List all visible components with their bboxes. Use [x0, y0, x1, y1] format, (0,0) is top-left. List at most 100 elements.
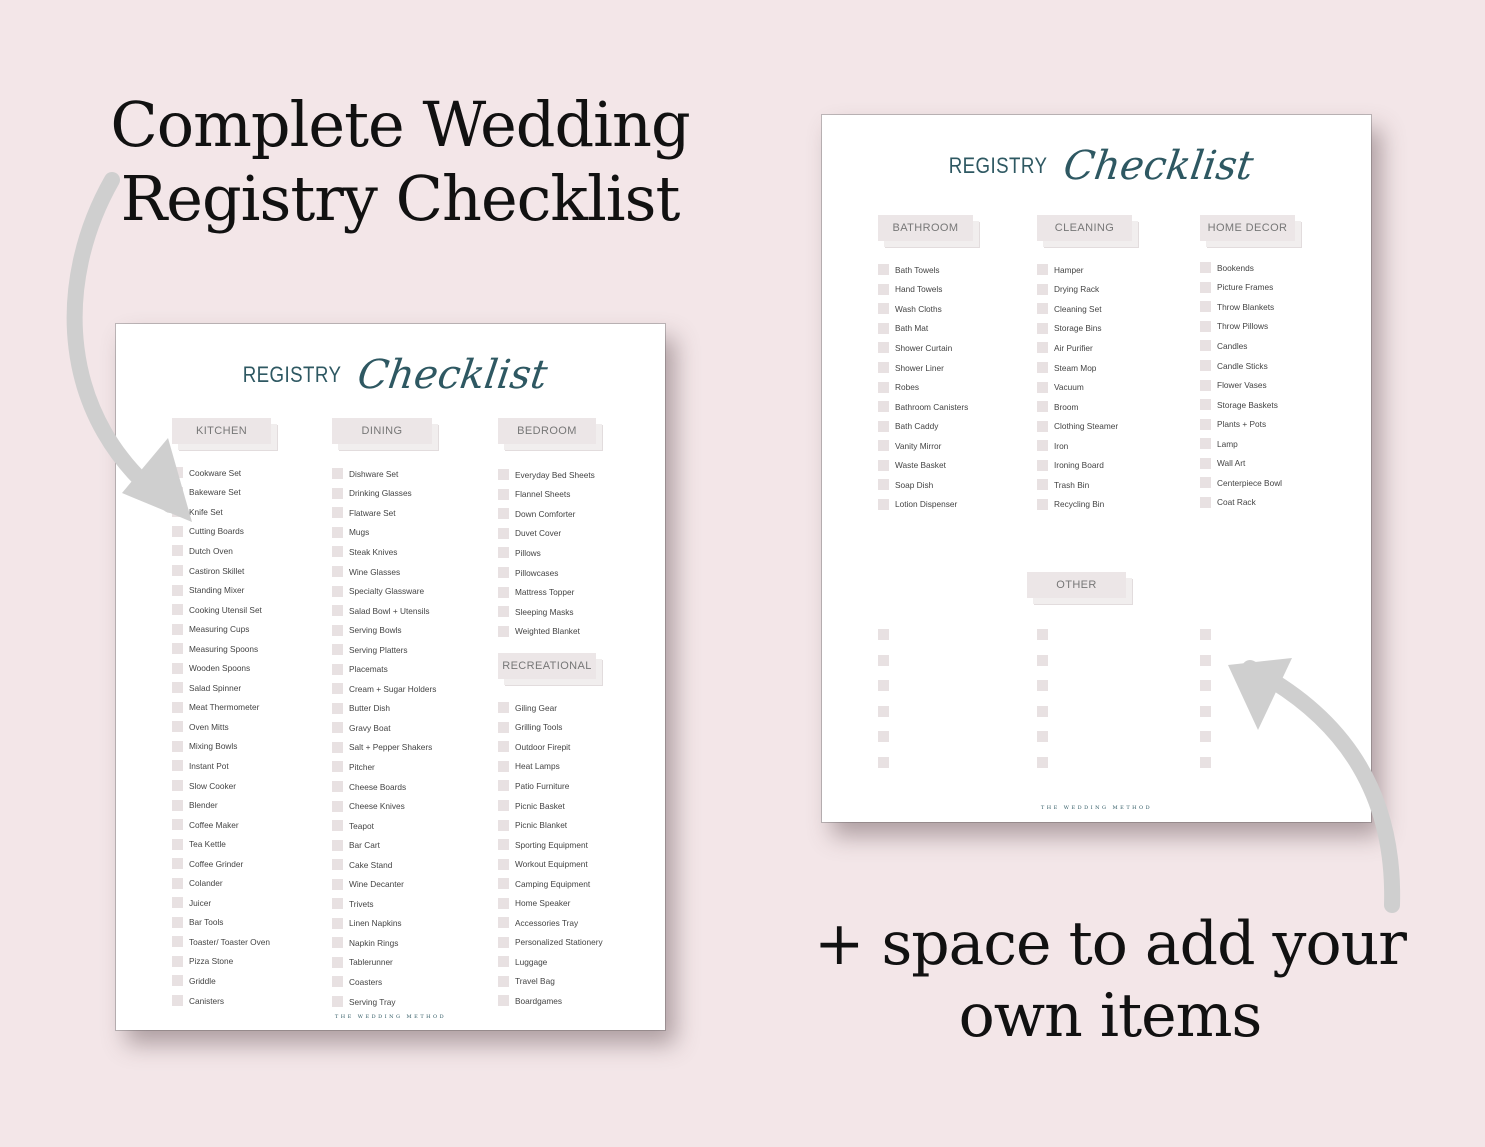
checkbox[interactable]	[1037, 303, 1048, 315]
checkbox[interactable]	[332, 976, 343, 988]
checkbox[interactable]	[1200, 418, 1211, 430]
checkbox[interactable]	[878, 401, 889, 413]
checkbox[interactable]	[172, 623, 183, 635]
checkbox[interactable]	[498, 839, 509, 851]
checkbox[interactable]	[1037, 731, 1048, 743]
checkbox[interactable]	[498, 586, 509, 598]
checkbox[interactable]	[332, 526, 343, 538]
checkbox[interactable]	[1200, 399, 1211, 411]
checkbox[interactable]	[1037, 322, 1048, 334]
checkbox[interactable]	[332, 605, 343, 617]
checkbox[interactable]	[878, 498, 889, 510]
checkbox[interactable]	[172, 916, 183, 928]
checkbox[interactable]	[878, 459, 889, 471]
checkbox[interactable]	[172, 604, 183, 616]
checkbox[interactable]	[498, 702, 509, 714]
checkbox[interactable]	[878, 731, 889, 743]
checkbox[interactable]	[172, 506, 183, 518]
checkbox[interactable]	[172, 701, 183, 713]
checkbox[interactable]	[1037, 362, 1048, 373]
checkbox[interactable]	[172, 467, 183, 479]
checkbox[interactable]	[172, 897, 183, 909]
checkbox[interactable]	[878, 420, 889, 432]
checkbox[interactable]	[1200, 629, 1211, 641]
checkbox[interactable]	[498, 488, 509, 500]
checkbox[interactable]	[878, 680, 889, 692]
checkbox[interactable]	[172, 799, 183, 811]
checkbox[interactable]	[498, 819, 509, 831]
checkbox[interactable]	[1037, 498, 1048, 510]
checkbox[interactable]	[172, 838, 183, 850]
checkbox[interactable]	[498, 547, 509, 559]
checkbox[interactable]	[878, 303, 889, 315]
checkbox[interactable]	[1037, 420, 1048, 432]
checkbox[interactable]	[172, 565, 183, 576]
checkbox[interactable]	[1037, 680, 1048, 692]
checkbox[interactable]	[498, 508, 509, 520]
checkbox[interactable]	[878, 654, 889, 666]
checkbox[interactable]	[332, 859, 343, 871]
checkbox[interactable]	[498, 780, 509, 792]
checkbox[interactable]	[1200, 360, 1211, 371]
checkbox[interactable]	[172, 819, 183, 831]
checkbox[interactable]	[498, 897, 509, 909]
checkbox[interactable]	[332, 937, 343, 949]
checkbox[interactable]	[332, 956, 343, 968]
checkbox[interactable]	[332, 663, 343, 675]
checkbox[interactable]	[878, 381, 889, 393]
checkbox[interactable]	[332, 585, 343, 597]
checkbox[interactable]	[1200, 731, 1211, 743]
checkbox[interactable]	[172, 662, 183, 674]
checkbox[interactable]	[498, 721, 509, 733]
checkbox[interactable]	[498, 956, 509, 968]
checkbox[interactable]	[1200, 438, 1211, 450]
checkbox[interactable]	[1200, 301, 1211, 313]
checkbox[interactable]	[332, 624, 343, 636]
checkbox[interactable]	[172, 525, 183, 537]
checkbox[interactable]	[332, 546, 343, 558]
checkbox[interactable]	[172, 995, 183, 1007]
checkbox[interactable]	[498, 858, 509, 870]
checkbox[interactable]	[172, 955, 183, 967]
checkbox[interactable]	[332, 820, 343, 832]
checkbox[interactable]	[1200, 320, 1211, 332]
checkbox[interactable]	[332, 683, 343, 695]
checkbox[interactable]	[172, 877, 183, 889]
checkbox[interactable]	[498, 995, 509, 1007]
checkbox[interactable]	[878, 264, 889, 276]
checkbox[interactable]	[498, 527, 509, 539]
checkbox[interactable]	[498, 975, 509, 987]
checkbox[interactable]	[1200, 496, 1211, 508]
checkbox[interactable]	[1037, 440, 1048, 452]
checkbox[interactable]	[332, 702, 343, 714]
checkbox[interactable]	[332, 644, 343, 656]
checkbox[interactable]	[332, 741, 343, 753]
checkbox[interactable]	[498, 760, 509, 772]
checkbox[interactable]	[172, 486, 183, 498]
checkbox[interactable]	[878, 629, 889, 641]
checkbox[interactable]	[878, 283, 889, 295]
checkbox[interactable]	[878, 705, 889, 717]
checkbox[interactable]	[498, 469, 509, 481]
checkbox[interactable]	[878, 342, 889, 354]
checkbox[interactable]	[172, 936, 183, 948]
checkbox[interactable]	[332, 507, 343, 519]
checkbox[interactable]	[1037, 283, 1048, 295]
checkbox[interactable]	[1200, 281, 1211, 293]
checkbox[interactable]	[1200, 705, 1211, 717]
checkbox[interactable]	[878, 362, 889, 373]
checkbox[interactable]	[1037, 264, 1048, 276]
checkbox[interactable]	[1037, 629, 1048, 641]
checkbox[interactable]	[1200, 477, 1211, 489]
checkbox[interactable]	[498, 567, 509, 578]
checkbox[interactable]	[332, 878, 343, 890]
checkbox[interactable]	[498, 625, 509, 637]
checkbox[interactable]	[1037, 479, 1048, 491]
checkbox[interactable]	[172, 682, 183, 694]
checkbox[interactable]	[1037, 459, 1048, 471]
checkbox[interactable]	[332, 781, 343, 793]
checkbox[interactable]	[172, 760, 183, 772]
checkbox[interactable]	[1037, 756, 1048, 768]
checkbox[interactable]	[332, 761, 343, 773]
checkbox[interactable]	[1200, 340, 1211, 352]
